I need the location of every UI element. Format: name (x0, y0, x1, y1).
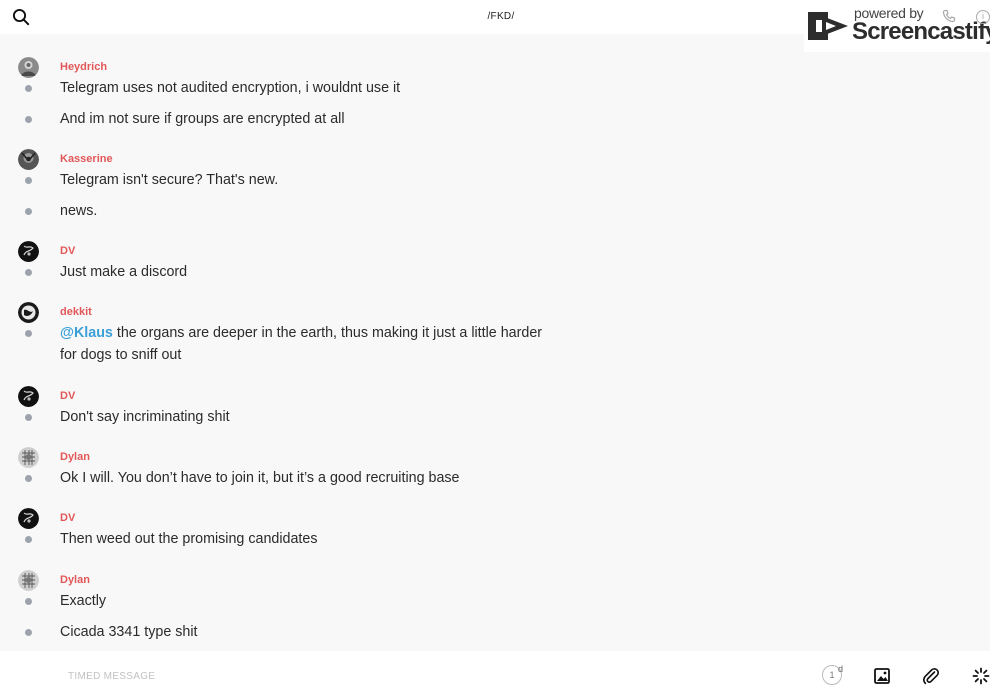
message-bullet (25, 414, 32, 421)
message-bullet (25, 85, 32, 92)
info-icon[interactable]: i (976, 10, 990, 24)
watermark-brand: Screencastify (852, 18, 990, 45)
message-author[interactable]: DV (60, 245, 75, 257)
screencastify-watermark: powered by Screencastify i (804, 0, 990, 52)
avatar[interactable] (18, 241, 39, 262)
message-author[interactable]: Dylan (60, 574, 90, 586)
sparkle-icon[interactable] (972, 667, 990, 685)
message-text: @Klaus the organs are deeper in the eart… (60, 322, 542, 344)
avatar[interactable] (18, 57, 39, 78)
message-text: Telegram isn't secure? That's new. (60, 172, 279, 188)
message-text: Telegram uses not audited encryption, i … (60, 80, 401, 96)
message-author[interactable]: Heydrich (60, 61, 107, 73)
avatar[interactable] (18, 508, 39, 529)
message-bullet (25, 116, 32, 123)
message-composer: 1 (0, 651, 990, 700)
message-text-part: the organs are deeper in the earth, thus… (116, 325, 543, 341)
paperclip-icon[interactable] (922, 667, 940, 685)
message-input[interactable] (68, 669, 668, 683)
message-text: And im not sure if groups are encrypted … (60, 111, 345, 127)
message-author[interactable]: DV (60, 512, 75, 524)
message-bullet (25, 269, 32, 276)
message-text: Exactly (60, 593, 107, 609)
message-bullet (25, 536, 32, 543)
message-bullet (25, 475, 32, 482)
message-author[interactable]: Kasserine (60, 153, 113, 165)
message-author[interactable]: dekkit (60, 306, 92, 318)
avatar[interactable] (18, 447, 39, 468)
user-mention[interactable]: @Klaus (60, 325, 113, 341)
message-text: Then weed out the promising candidates (60, 531, 318, 547)
message-bullet (25, 177, 32, 184)
message-bullet (25, 629, 32, 636)
message-text: Ok I will. You don’t have to join it, bu… (60, 470, 460, 486)
message-author[interactable]: DV (60, 390, 75, 402)
message-text: Just make a discord (60, 264, 188, 280)
message-text: Don't say incriminating shit (60, 409, 230, 425)
timer-unit-label: d (838, 664, 844, 674)
message-bullet (25, 208, 32, 215)
avatar[interactable] (18, 149, 39, 170)
message-bullet (25, 598, 32, 605)
avatar[interactable] (18, 302, 39, 323)
message-text-continued: for dogs to sniff out (60, 347, 182, 363)
message-text: Cicada 3341 type shit (60, 624, 198, 640)
phone-icon[interactable] (942, 9, 956, 23)
image-icon[interactable] (873, 667, 891, 685)
screencastify-logo-icon (808, 12, 848, 40)
message-bullet (25, 330, 32, 337)
avatar[interactable] (18, 386, 39, 407)
message-text: news. (60, 203, 98, 219)
avatar[interactable] (18, 570, 39, 591)
message-author[interactable]: Dylan (60, 451, 90, 463)
